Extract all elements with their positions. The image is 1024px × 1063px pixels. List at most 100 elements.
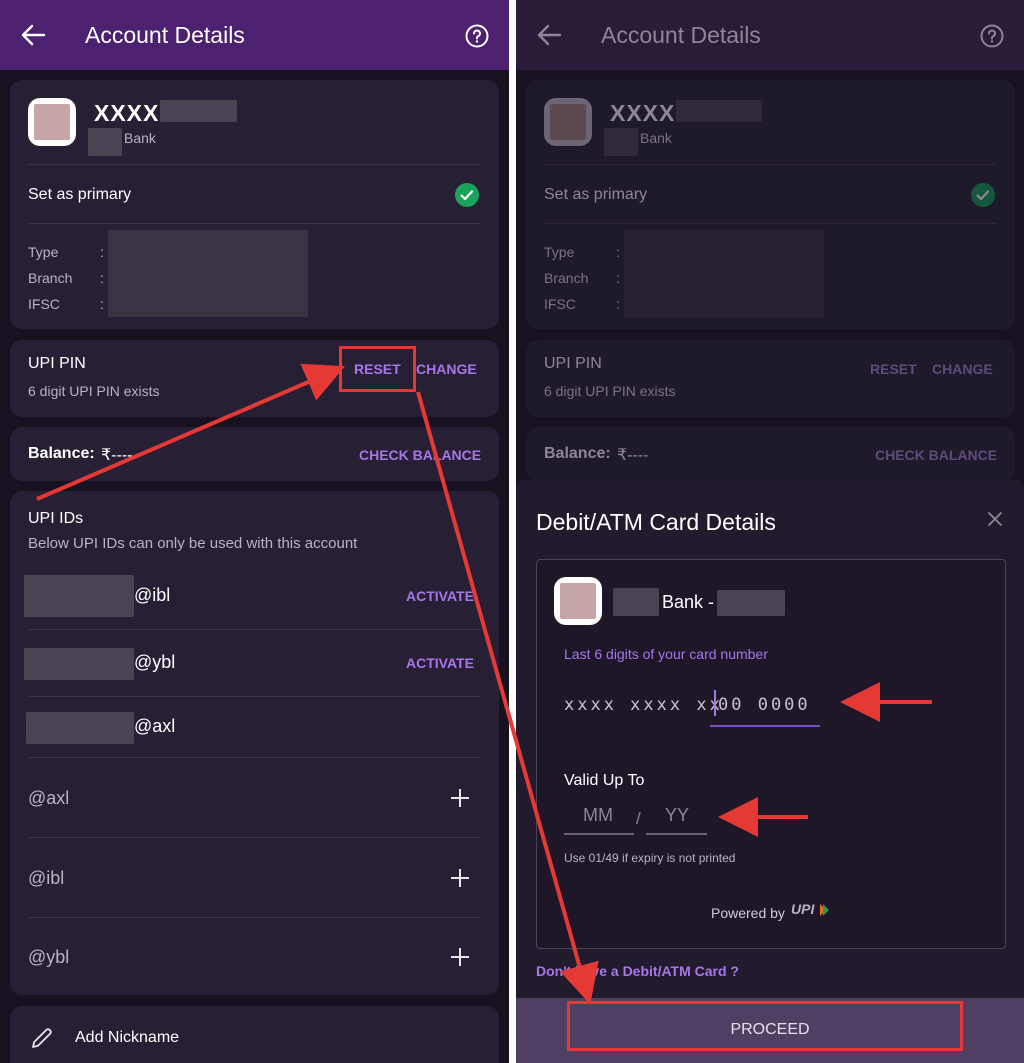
- balance-card: Balance: ₹---- CHECK BALANCE: [10, 427, 499, 481]
- detail-sep: :: [100, 244, 104, 260]
- back-arrow-icon[interactable]: [536, 22, 562, 48]
- account-card: XXXX Bank Set as primary Type Branch IFS…: [526, 80, 1015, 329]
- upi-id-handle: @ybl: [134, 652, 176, 672]
- redacted-account: [676, 100, 762, 122]
- detail-type-label: Type: [28, 244, 59, 260]
- redacted-bank: [88, 128, 122, 156]
- bank-name: Bank: [124, 130, 156, 146]
- redacted-details: [108, 230, 308, 317]
- bank-name: Bank: [640, 130, 672, 146]
- year-underline: [646, 833, 707, 835]
- page-title: Account Details: [601, 22, 761, 48]
- redacted-upi-id: [24, 575, 134, 617]
- no-card-link[interactable]: Don't have a Debit/ATM Card ?: [536, 963, 739, 979]
- powered-by-label: Powered by: [711, 905, 785, 921]
- set-primary-label: Set as primary: [544, 186, 648, 203]
- card-details-sheet: Debit/ATM Card Details Bank - Last 6 dig…: [516, 480, 1024, 1063]
- plus-icon[interactable]: [451, 948, 469, 966]
- plus-icon[interactable]: [451, 869, 469, 887]
- reset-button[interactable]: RESET: [870, 361, 917, 377]
- upi-ids-card: UPI IDs Below UPI IDs can only be used w…: [10, 491, 499, 995]
- upi-logo-mark: [820, 904, 829, 916]
- pencil-icon: [32, 1028, 52, 1048]
- redacted-upi-id: [26, 712, 134, 744]
- expiry-hint: Use 01/49 if expiry is not printed: [564, 851, 736, 865]
- bank-logo: [28, 98, 76, 146]
- detail-type-label: Type: [544, 244, 575, 260]
- check-circle-icon[interactable]: [971, 183, 995, 207]
- account-number: XXXX: [94, 100, 160, 126]
- app-bar: Account Details: [516, 0, 1024, 70]
- check-circle-icon[interactable]: [455, 183, 479, 207]
- check-balance-button[interactable]: CHECK BALANCE: [875, 447, 997, 463]
- annotation-proceed-highlight: [567, 1001, 963, 1051]
- sheet-title: Debit/ATM Card Details: [536, 509, 776, 535]
- add-upi-id-handle[interactable]: @ybl: [28, 947, 69, 968]
- upi-pin-title: UPI PIN: [544, 355, 602, 372]
- bank-name: Bank -: [662, 592, 715, 612]
- left-screen: Account Details XXXX Bank Set as primary…: [0, 0, 509, 1063]
- card-number-input[interactable]: 00 0000: [718, 695, 811, 715]
- balance-value: ₹----: [101, 447, 133, 464]
- bank-logo: [554, 577, 602, 625]
- detail-branch-label: Branch: [544, 270, 589, 286]
- balance-label: Balance:: [28, 445, 95, 462]
- annotation-reset-highlight: [339, 346, 416, 392]
- change-button[interactable]: CHANGE: [932, 361, 993, 377]
- detail-sep: :: [100, 296, 104, 312]
- add-upi-id-handle[interactable]: @axl: [28, 788, 69, 809]
- account-number: XXXX: [610, 100, 676, 126]
- detail-branch-label: Branch: [28, 270, 73, 286]
- help-icon[interactable]: [980, 24, 1004, 48]
- expiry-year-input[interactable]: YY: [665, 805, 689, 826]
- balance-label: Balance:: [544, 445, 611, 462]
- detail-ifsc-label: IFSC: [28, 296, 60, 312]
- upi-logo-icon: UPI: [791, 901, 815, 917]
- upi-ids-subtitle: Below UPI IDs can only be used with this…: [28, 535, 358, 552]
- valid-up-to-label: Valid Up To: [564, 772, 645, 789]
- account-card: XXXX Bank Set as primary Type : Branch :…: [10, 80, 499, 329]
- expiry-month-input[interactable]: MM: [583, 805, 613, 826]
- right-screen: Account Details XXXX Bank Set as primary…: [516, 0, 1024, 1063]
- redacted-bank: [613, 588, 659, 616]
- set-primary-label: Set as primary: [28, 186, 132, 203]
- change-button[interactable]: CHANGE: [416, 361, 477, 377]
- activate-button[interactable]: ACTIVATE: [406, 655, 474, 671]
- upi-pin-card: UPI PIN 6 digit UPI PIN exists RESET CHA…: [526, 340, 1015, 417]
- card-number-underline: [710, 725, 820, 727]
- add-nickname-label: Add Nickname: [75, 1029, 180, 1046]
- upi-pin-subtitle: 6 digit UPI PIN exists: [28, 383, 160, 399]
- detail-sep: :: [616, 296, 620, 312]
- text-cursor: [714, 690, 716, 716]
- app-bar: Account Details: [0, 0, 509, 70]
- upi-pin-subtitle: 6 digit UPI PIN exists: [544, 383, 676, 399]
- redacted-bank: [604, 128, 638, 156]
- nickname-card[interactable]: Add Nickname: [10, 1006, 499, 1063]
- redacted-upi-id: [24, 648, 134, 680]
- check-balance-button[interactable]: CHECK BALANCE: [359, 447, 481, 463]
- close-icon[interactable]: [987, 511, 1003, 527]
- redacted-account: [160, 100, 237, 122]
- upi-pin-card: UPI PIN 6 digit UPI PIN exists RESET CHA…: [10, 340, 499, 417]
- add-upi-id-handle[interactable]: @ibl: [28, 868, 64, 889]
- detail-sep: :: [616, 270, 620, 286]
- balance-value: ₹----: [617, 447, 649, 464]
- activate-button[interactable]: ACTIVATE: [406, 588, 474, 604]
- upi-id-handle: @ibl: [134, 585, 171, 605]
- bank-logo: [544, 98, 592, 146]
- balance-card: Balance: ₹---- CHECK BALANCE: [526, 427, 1015, 481]
- plus-icon[interactable]: [451, 789, 469, 807]
- page-title: Account Details: [85, 22, 245, 48]
- redacted-bank-account: [717, 590, 785, 616]
- detail-sep: :: [100, 270, 104, 286]
- expiry-slash: /: [636, 809, 641, 828]
- card-number-prefix: xxxx xxxx xx: [564, 695, 723, 715]
- redacted-details: [624, 230, 824, 317]
- detail-sep: :: [616, 244, 620, 260]
- back-arrow-icon[interactable]: [20, 22, 46, 48]
- help-icon[interactable]: [465, 24, 489, 48]
- upi-ids-title: UPI IDs: [28, 510, 84, 527]
- upi-pin-title: UPI PIN: [28, 355, 86, 372]
- card-form: Bank - Last 6 digits of your card number…: [536, 559, 1006, 949]
- upi-id-handle: @axl: [134, 716, 176, 736]
